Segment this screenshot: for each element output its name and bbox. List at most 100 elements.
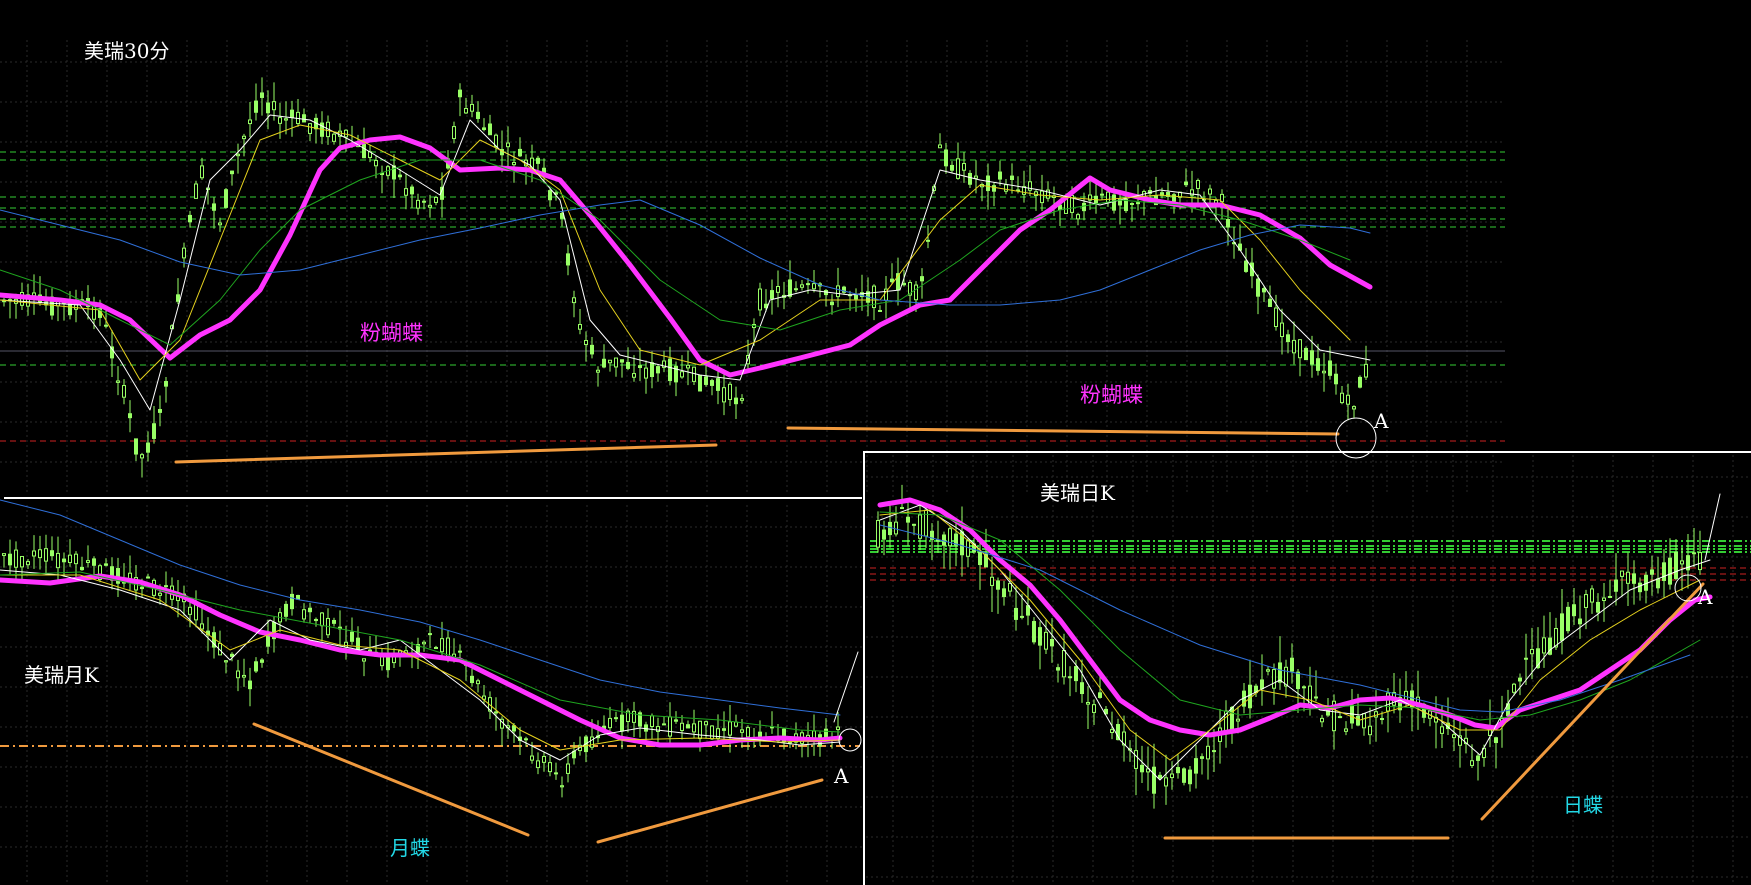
top-candle-body [422, 200, 426, 203]
month-trendline-down [252, 722, 530, 837]
top-candle-body [458, 89, 462, 98]
chart-grid [0, 40, 1751, 885]
top-candle-body [596, 369, 600, 373]
top-candle-body [1256, 278, 1260, 297]
top-candle-body [776, 285, 780, 293]
trend-lines [174, 417, 1721, 844]
top-candle-body [758, 288, 762, 311]
month-candle-body [656, 726, 660, 732]
top-candle-body [512, 162, 516, 166]
day-candle-body [1632, 573, 1636, 584]
top-candle-body [518, 148, 522, 157]
day-candle-body [1572, 604, 1576, 617]
day-candle-body [1044, 631, 1048, 650]
top-candle-body [584, 339, 588, 346]
top-candle-body [1358, 376, 1362, 388]
month-note: 月蝶 [390, 836, 430, 860]
day-candle-body [906, 516, 910, 523]
top-candle-body [644, 367, 648, 379]
month-candle-body [296, 594, 300, 600]
day-candle-body [1692, 552, 1696, 555]
day-candle-body [1296, 671, 1300, 690]
day-candle-body [1512, 683, 1516, 693]
month-candle-body [632, 710, 636, 723]
day-candle-body [1236, 718, 1240, 722]
month-candle-body [566, 763, 570, 774]
top-candle-body [788, 279, 792, 297]
day-candle-body [1602, 597, 1606, 601]
day-chart-title: 美瑞日K [1040, 481, 1116, 505]
top-candle-body [404, 188, 408, 196]
top-candle-body [920, 276, 924, 282]
day-candle-body [1440, 726, 1444, 734]
top-candle-body [1346, 394, 1350, 405]
month-candle-body [704, 721, 708, 726]
month-candle-body [740, 729, 744, 733]
month-candle-body [554, 772, 558, 775]
top-candle-body [950, 164, 954, 171]
top-candle-body [812, 283, 816, 290]
top-candle-body [362, 143, 366, 159]
day-candle-body [1290, 657, 1294, 672]
month-candle-body [674, 719, 678, 722]
top-candle-body [998, 171, 1002, 180]
top-candle-body [1208, 188, 1212, 195]
day-candle-body [1086, 701, 1090, 705]
month-candle-body [242, 674, 246, 678]
month-candle-body [620, 714, 624, 732]
month-candle-body [284, 603, 288, 617]
day-candle-body [1662, 562, 1666, 581]
day-candle-body [1260, 679, 1264, 690]
month-candle-body [536, 760, 540, 769]
month-candle-body [530, 755, 534, 761]
day-candle-body [1170, 773, 1174, 779]
top-candle-body [1100, 193, 1104, 196]
month-candle-body [542, 755, 546, 763]
top-candle-body [992, 185, 996, 192]
month-candle-body [722, 728, 726, 731]
day-candle-body [1626, 571, 1630, 584]
top-candle-body [1310, 350, 1314, 365]
day-candle-body [1194, 758, 1198, 774]
month-candle-body [362, 658, 366, 662]
top-candle-body [290, 109, 294, 118]
day-candle-body [1518, 677, 1522, 682]
day-candle-body [1140, 764, 1144, 773]
top-candle-body [890, 278, 894, 283]
month-candle-body [74, 553, 78, 565]
day-candle-body [1080, 682, 1084, 695]
month-candle-body [560, 785, 564, 788]
top-candle-body [254, 100, 258, 113]
day-candle-body [1578, 618, 1582, 625]
month-candle-body [746, 727, 750, 738]
top-candle-body [200, 165, 204, 179]
day-candle-body [1032, 621, 1036, 643]
top-candle-body [1106, 191, 1110, 204]
month-candle-body [194, 603, 198, 621]
day-candle-body [888, 521, 892, 536]
stock-chart-canvas: 美瑞30分 粉蝴蝶 粉蝴蝶 A 美瑞月K 月蝶 A 美瑞日K 日蝶 A [0, 39, 1751, 885]
month-candle-body [662, 723, 666, 726]
top-candle-body [248, 119, 252, 125]
month-point-a: A [833, 764, 849, 788]
day-candle-body [1530, 648, 1534, 655]
month-candle-body [524, 738, 528, 741]
month-candle-body [50, 550, 54, 557]
day-point-a: A [1697, 585, 1713, 609]
day-candle-body [1002, 588, 1006, 598]
top-chart-title: 美瑞30分 [84, 39, 169, 63]
top-candle-body [1322, 370, 1326, 374]
day-candle-body [1368, 725, 1372, 736]
top-candle-body [1274, 307, 1278, 327]
day-candle-body [1098, 692, 1102, 698]
day-candle-body [1206, 745, 1210, 760]
top-candle-body [956, 158, 960, 179]
top-candle-body [698, 374, 702, 392]
top-candle-body [1304, 347, 1308, 361]
month-candle-body [260, 659, 264, 663]
day-candle-body [876, 520, 880, 548]
month-candle-body [380, 656, 384, 667]
day-candle-body [990, 576, 994, 586]
day-candle-body [1674, 551, 1678, 579]
day-candle-body [1200, 756, 1204, 759]
